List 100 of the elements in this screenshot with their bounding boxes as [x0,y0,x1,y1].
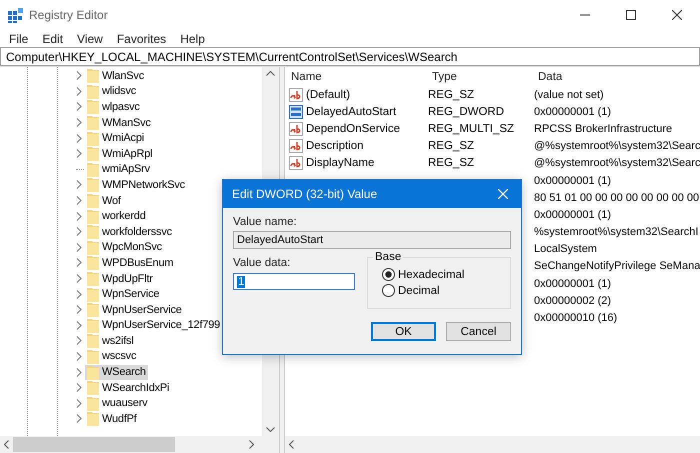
chevron-icon[interactable] [76,274,83,284]
value-data: 0x00000010 (16) [533,312,618,324]
chevron-icon[interactable] [76,71,83,80]
chevron-icon[interactable] [76,134,83,143]
dialog-button[interactable]: Cancel [446,322,511,341]
registry-icon [8,8,23,22]
value-type: REG_SZ [428,140,474,152]
scrollbar-thumb[interactable] [13,437,175,452]
column-header[interactable]: Type [429,70,536,82]
scroll-right-icon[interactable] [249,440,254,449]
value-name[interactable]: (Default) [306,88,350,101]
chevron-icon[interactable] [76,86,83,96]
scroll-left-icon[interactable] [4,440,9,449]
folder-icon [87,177,99,192]
menu-item[interactable]: Help [173,32,212,46]
value-name[interactable]: Description [306,140,364,152]
value-name-field[interactable]: DelayedAutoStart [233,231,511,249]
chevron-icon[interactable] [76,383,83,392]
tree-item[interactable]: WMPNetworkSvc [85,177,187,192]
chevron-icon[interactable] [76,180,83,190]
tree-item[interactable]: WmiApRpl [85,146,154,162]
tree-item[interactable]: WpnUserService_12f799 [85,318,222,333]
value-data: 0x00000001 (1) [533,208,612,221]
menu-item[interactable]: Favorites [110,32,174,46]
group-label: Base [373,251,404,263]
tree-item[interactable]: WpdUpFltr [85,271,155,286]
folder-icon [87,286,99,302]
tree-item[interactable]: wlidsvc [85,84,138,99]
value-name[interactable]: DependOnService [306,122,400,135]
tree-item[interactable]: WmiAcpi [85,130,146,146]
value-data: 80 51 01 00 00 00 00 00 00 00 00 [533,192,700,204]
folder-icon [87,255,99,270]
tree-item[interactable]: wlpasvc [85,99,142,114]
value-name[interactable]: DisplayName [306,157,374,170]
tree-item[interactable]: WpnUserService [85,302,184,318]
scroll-up-icon[interactable] [266,71,275,76]
menu-item[interactable]: Edit [35,32,70,46]
column-header[interactable]: Data [536,70,562,82]
tree-item[interactable]: Wof [85,193,123,208]
tree-item[interactable]: WpcMonSvc [85,240,164,255]
tree-item[interactable]: WPDBusEnum [85,255,176,270]
value-data: (value not set) [533,88,604,101]
value-data: %systemroot%\system32\SearchI [533,226,698,238]
close-icon [672,10,682,20]
tree-item[interactable]: workfolderssvc [85,224,174,240]
chevron-icon[interactable] [76,118,83,128]
radio-button[interactable]: Decimal [382,284,510,297]
tree-item[interactable]: wscsvc [85,348,138,364]
string-value-icon [289,156,303,170]
radio-button[interactable]: Hexadecimal [382,268,510,281]
chevron-icon[interactable] [76,368,83,377]
chevron-icon[interactable] [76,414,83,424]
chevron-icon[interactable] [76,290,83,299]
tree-item[interactable]: wuauserv [85,396,150,411]
folder-icon [87,68,99,84]
tree-item[interactable]: WudfPf [85,411,139,426]
folder-icon [87,240,99,255]
tree-item[interactable]: WSearchIdxPi [85,380,172,396]
tree-item[interactable]: WpnService [85,286,162,302]
chevron-icon[interactable] [76,305,83,314]
folder-icon [87,348,99,364]
folder-icon [87,193,99,208]
tree-item[interactable]: wmiApSrv [85,162,152,177]
menu-item[interactable]: File [2,32,36,46]
chevron-icon[interactable] [76,212,83,221]
tree-item[interactable]: WlanSvc [85,68,146,84]
chevron-icon[interactable] [76,149,83,158]
menu-item[interactable]: View [70,32,110,46]
value-name[interactable]: DelayedAutoStart [306,106,396,118]
chevron-icon[interactable] [76,320,83,330]
chevron-icon[interactable] [76,398,83,408]
scroll-down-icon[interactable] [266,427,275,432]
tree-item[interactable]: WSearch [85,364,148,380]
chevron-icon[interactable] [76,102,83,112]
chevron-icon[interactable] [76,352,83,361]
field-label: Value data: [233,257,292,269]
scroll-left-icon[interactable] [289,440,294,449]
tree-item[interactable]: WManSvc [85,115,153,130]
folder-icon [87,364,99,380]
value-type: REG_SZ [428,88,474,101]
dialog-title: Edit DWORD (32-bit) Value [232,187,378,201]
value-data: @%systemroot%\system32\Searc [533,140,700,152]
column-header[interactable]: Name [289,70,429,82]
chevron-icon[interactable] [76,196,83,206]
dialog-button[interactable]: OK [371,322,436,341]
value-type: REG_SZ [428,157,474,170]
value-data: 0x00000001 (1) [533,278,612,290]
folder-icon [87,130,99,146]
chevron-icon[interactable] [76,242,83,252]
folder-icon [87,162,99,177]
tree-item[interactable]: workerdd [85,208,148,224]
chevron-icon[interactable] [76,258,83,268]
tree-item[interactable]: ws2ifsl [85,333,136,348]
chevron-icon[interactable] [76,227,83,236]
folder-icon [87,302,99,318]
folder-icon [87,380,99,396]
chevron-icon[interactable] [76,336,83,346]
address-field[interactable]: Computer\HKEY_LOCAL_MACHINE\SYSTEM\CurrentControlSet\Services\WSearch [0,47,700,66]
value-data-field[interactable]: 1 [233,273,355,290]
folder-icon [87,99,99,114]
